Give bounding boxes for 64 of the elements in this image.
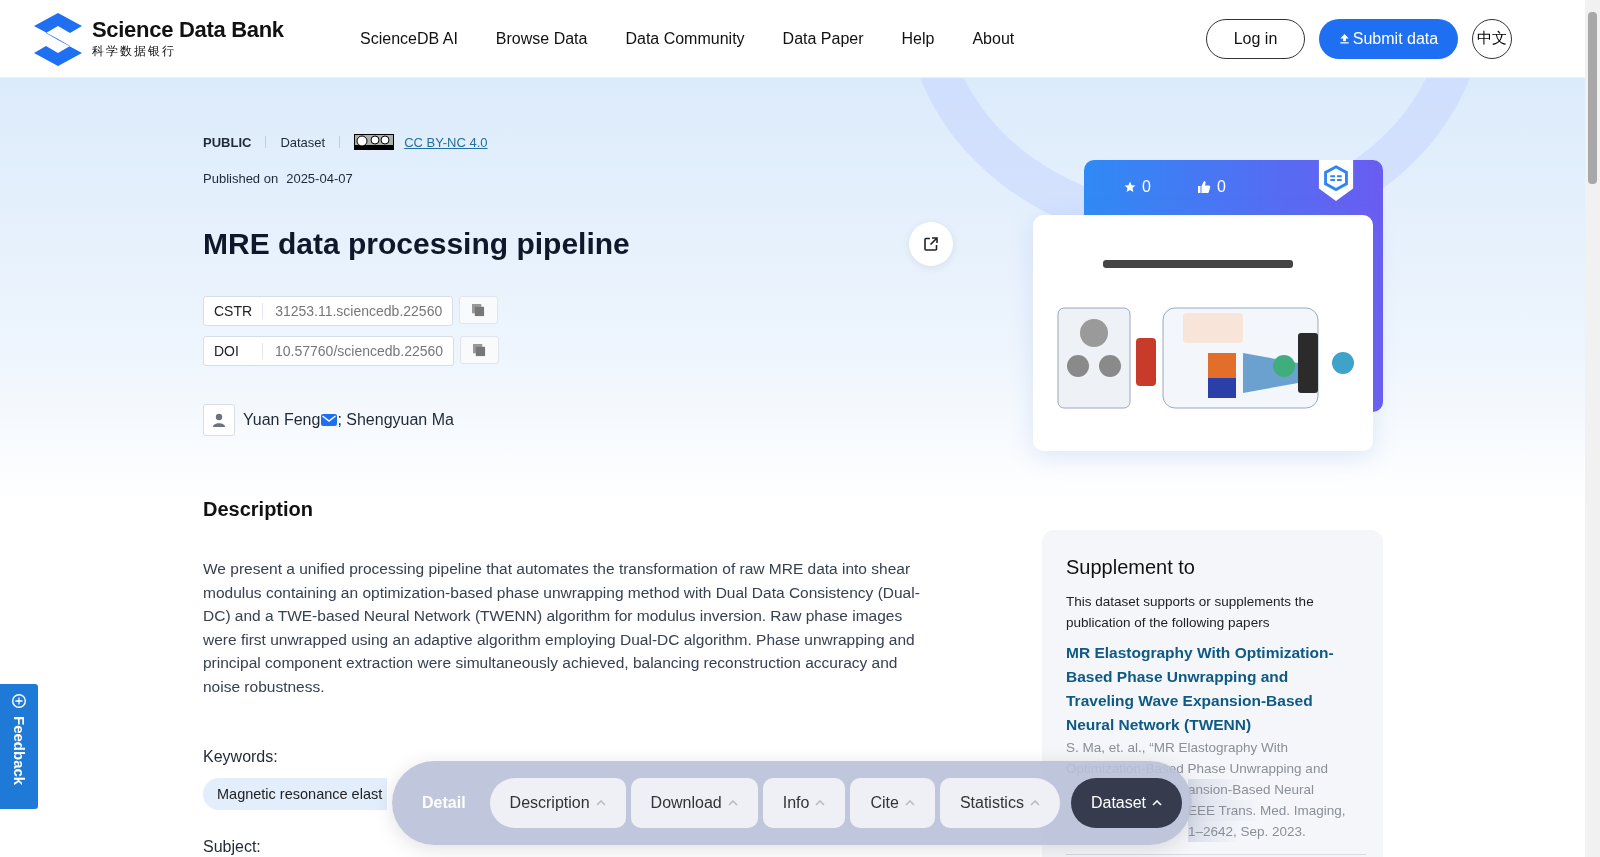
section-heading: Description: [203, 498, 315, 521]
chevron-up-icon: [815, 800, 826, 806]
thumbs-up-icon: [1196, 180, 1211, 194]
chevron-up-icon: [1029, 800, 1040, 806]
copy-button[interactable]: [460, 336, 500, 364]
dataset-title: MRE data processing pipeline: [203, 227, 630, 261]
nav-link[interactable]: Help: [901, 29, 935, 48]
scrollbar[interactable]: [1585, 0, 1600, 857]
copy-icon: [473, 343, 487, 357]
detail-label: Detail: [422, 794, 466, 812]
section-tab[interactable]: Info: [762, 778, 846, 828]
star-icon: [1124, 181, 1136, 193]
chevron-up-icon: [727, 800, 738, 806]
keyword-tag[interactable]: Magnetic resonance elast: [203, 778, 388, 810]
license-badge-icon: [354, 134, 395, 150]
section-tab[interactable]: Dataset: [1070, 778, 1183, 828]
email-icon[interactable]: [321, 414, 338, 426]
avatar-icon: [203, 404, 235, 436]
chevron-up-icon: [904, 800, 915, 806]
login-button[interactable]: Log in: [1206, 18, 1305, 59]
badge-icon: [1317, 160, 1355, 202]
description-text: We present a unified processing pipeline that automates the transformation of raw MRE data into shear modulus containing an optimization-based phase unwrapping method with Dual Data Consistency (Dual-DC) and a TWE-based Neural Network (TWENN) algorithm for modulus inversion. Raw phase images were first unwrapped using an adaptive algorithm employing Dual-DC algorithm. Phase unwrapping and principal component extraction were simultaneously achieved, balancing reconstruction accuracy and noise robustness.: [203, 559, 921, 697]
citation-text: ansion-Based Neural: [1188, 779, 1315, 800]
feedback-tab[interactable]: Feedback: [0, 684, 38, 809]
license-link[interactable]: CC BY-NC 4.0: [404, 134, 488, 150]
identifier-field: DOI 10.57760/sciencedb.22560: [203, 336, 455, 366]
nav-link[interactable]: Browse Data: [495, 29, 588, 48]
submit-data-button[interactable]: Submit data: [1319, 18, 1458, 59]
keywords-label: Keywords:: [203, 748, 279, 766]
nav-link[interactable]: ScienceDB AI: [360, 29, 458, 48]
type-label: Dataset: [280, 134, 326, 150]
feedback-icon: [10, 692, 28, 710]
paper-title-link[interactable]: MR Elastography With Optimization-Based Phase Unwrapping and Traveling Wave Expansion-Based Neural Network (TWENN): [1066, 641, 1359, 737]
likes-count: 0: [1216, 178, 1226, 196]
copy-icon: [472, 303, 486, 317]
section-tab[interactable]: Download: [630, 778, 758, 828]
logo-name: Science Data Bank: [92, 17, 284, 43]
subject-label: Subject:: [203, 838, 261, 856]
nav-link[interactable]: Data Community: [625, 29, 745, 48]
access-label: PUBLIC: [203, 134, 252, 150]
share-button[interactable]: [909, 222, 953, 266]
supplement-intro: This dataset supports or supplements the publication of the following papers: [1066, 593, 1315, 632]
upload-icon: [1338, 33, 1350, 44]
identifier-field: CSTR 31253.11.sciencedb.22560: [203, 296, 454, 326]
author-name[interactable]: ; Shengyuan Ma: [337, 411, 454, 429]
nav-link[interactable]: About: [972, 29, 1015, 48]
citation-text: 1–2642, Sep. 2023.: [1188, 821, 1306, 842]
language-button[interactable]: 中文: [1472, 18, 1512, 59]
external-link-icon: [923, 236, 939, 252]
citation-text: S. Ma, et. al., “MR Elastography With: [1066, 739, 1289, 757]
panel-heading: Supplement to: [1066, 556, 1196, 579]
copy-button[interactable]: [459, 296, 499, 324]
author-name[interactable]: Yuan Feng: [243, 411, 321, 429]
citation-text: EEE Trans. Med. Imaging,: [1188, 800, 1346, 821]
nav-link[interactable]: Data Paper: [782, 29, 864, 48]
chevron-up-icon: [595, 800, 606, 806]
section-tab[interactable]: Cite: [850, 778, 935, 828]
section-tab[interactable]: Statistics: [939, 778, 1060, 828]
favorites-count: 0: [1142, 178, 1151, 196]
published-label: Published on: [203, 171, 279, 186]
logo-subtitle: 科学数据银行: [92, 43, 177, 60]
section-tab[interactable]: Description: [489, 778, 626, 828]
published-date: 2025-04-07: [286, 171, 353, 186]
chevron-up-icon: [1152, 800, 1163, 806]
